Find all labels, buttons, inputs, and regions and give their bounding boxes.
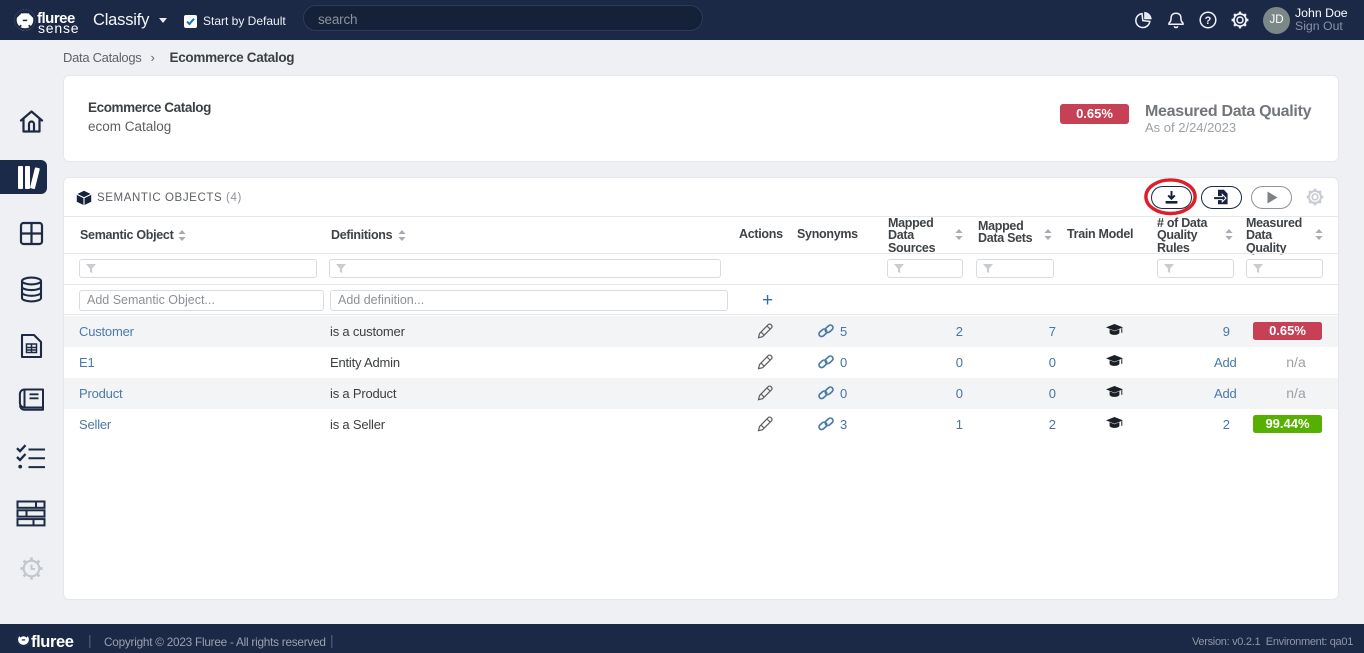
svg-text:?: ? <box>1205 15 1212 27</box>
